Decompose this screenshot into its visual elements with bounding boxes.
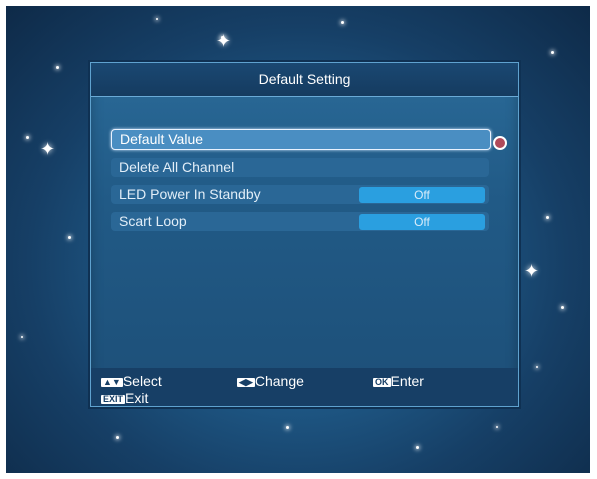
star-decoration <box>551 51 554 54</box>
led-power-value-selector[interactable]: Off <box>359 187 485 203</box>
menu-item-label: Delete All Channel <box>119 159 235 175</box>
star-decoration <box>496 426 498 428</box>
star-sparkle-decoration: ✦ <box>216 31 232 51</box>
star-decoration <box>26 136 29 139</box>
star-decoration <box>156 18 158 20</box>
star-sparkle-decoration: ✦ <box>40 139 56 159</box>
selected-indicator-icon <box>493 136 507 150</box>
star-decoration <box>116 436 119 439</box>
menu-item-label: LED Power In Standby <box>119 186 261 202</box>
hint-exit: EXIT Exit <box>101 390 148 406</box>
star-decoration <box>536 366 538 368</box>
star-decoration <box>56 66 59 69</box>
star-sparkle-decoration: ✦ <box>524 261 540 281</box>
star-decoration <box>341 21 344 24</box>
star-decoration <box>21 336 23 338</box>
menu-item-label: Scart Loop <box>119 213 187 229</box>
menu-item-delete-all-channel[interactable]: Delete All Channel <box>111 158 489 177</box>
scart-loop-value-selector[interactable]: Off <box>359 214 485 230</box>
hint-change-label: Change <box>254 373 304 389</box>
menu-item-label: Default Value <box>120 131 204 147</box>
star-decoration <box>68 236 71 239</box>
star-decoration <box>416 446 419 449</box>
ok-key-icon: OK <box>373 376 391 387</box>
star-decoration <box>546 216 549 219</box>
star-decoration <box>286 426 289 429</box>
star-decoration <box>561 306 564 309</box>
up-down-key-icon: ▲▼ <box>101 376 123 387</box>
hint-exit-label: Exit <box>125 390 149 406</box>
hint-select-label: Select <box>122 373 162 389</box>
menu-item-default-value[interactable]: Default Value <box>111 129 491 150</box>
menu-item-led-power-in-standby[interactable]: LED Power In Standby Off <box>111 185 489 204</box>
key-hint-bar: ▲▼ Select ◀▶ Change OK Enter EXIT Exit <box>91 368 518 406</box>
hint-enter-label: Enter <box>390 373 424 389</box>
tv-screen: ✦ ✦ ✦ Default Setting Default Value Dele… <box>6 6 590 473</box>
exit-key-icon: EXIT <box>101 393 126 404</box>
dialog-title: Default Setting <box>258 71 351 87</box>
dialog-titlebar: Default Setting <box>91 63 518 97</box>
hint-enter: OK Enter <box>373 373 424 389</box>
hint-select: ▲▼ Select <box>101 373 162 389</box>
left-right-key-icon: ◀▶ <box>237 376 255 387</box>
menu-item-scart-loop[interactable]: Scart Loop Off <box>111 212 489 231</box>
hint-change: ◀▶ Change <box>237 373 304 389</box>
default-setting-dialog: Default Setting Default Value Delete All… <box>90 62 519 407</box>
